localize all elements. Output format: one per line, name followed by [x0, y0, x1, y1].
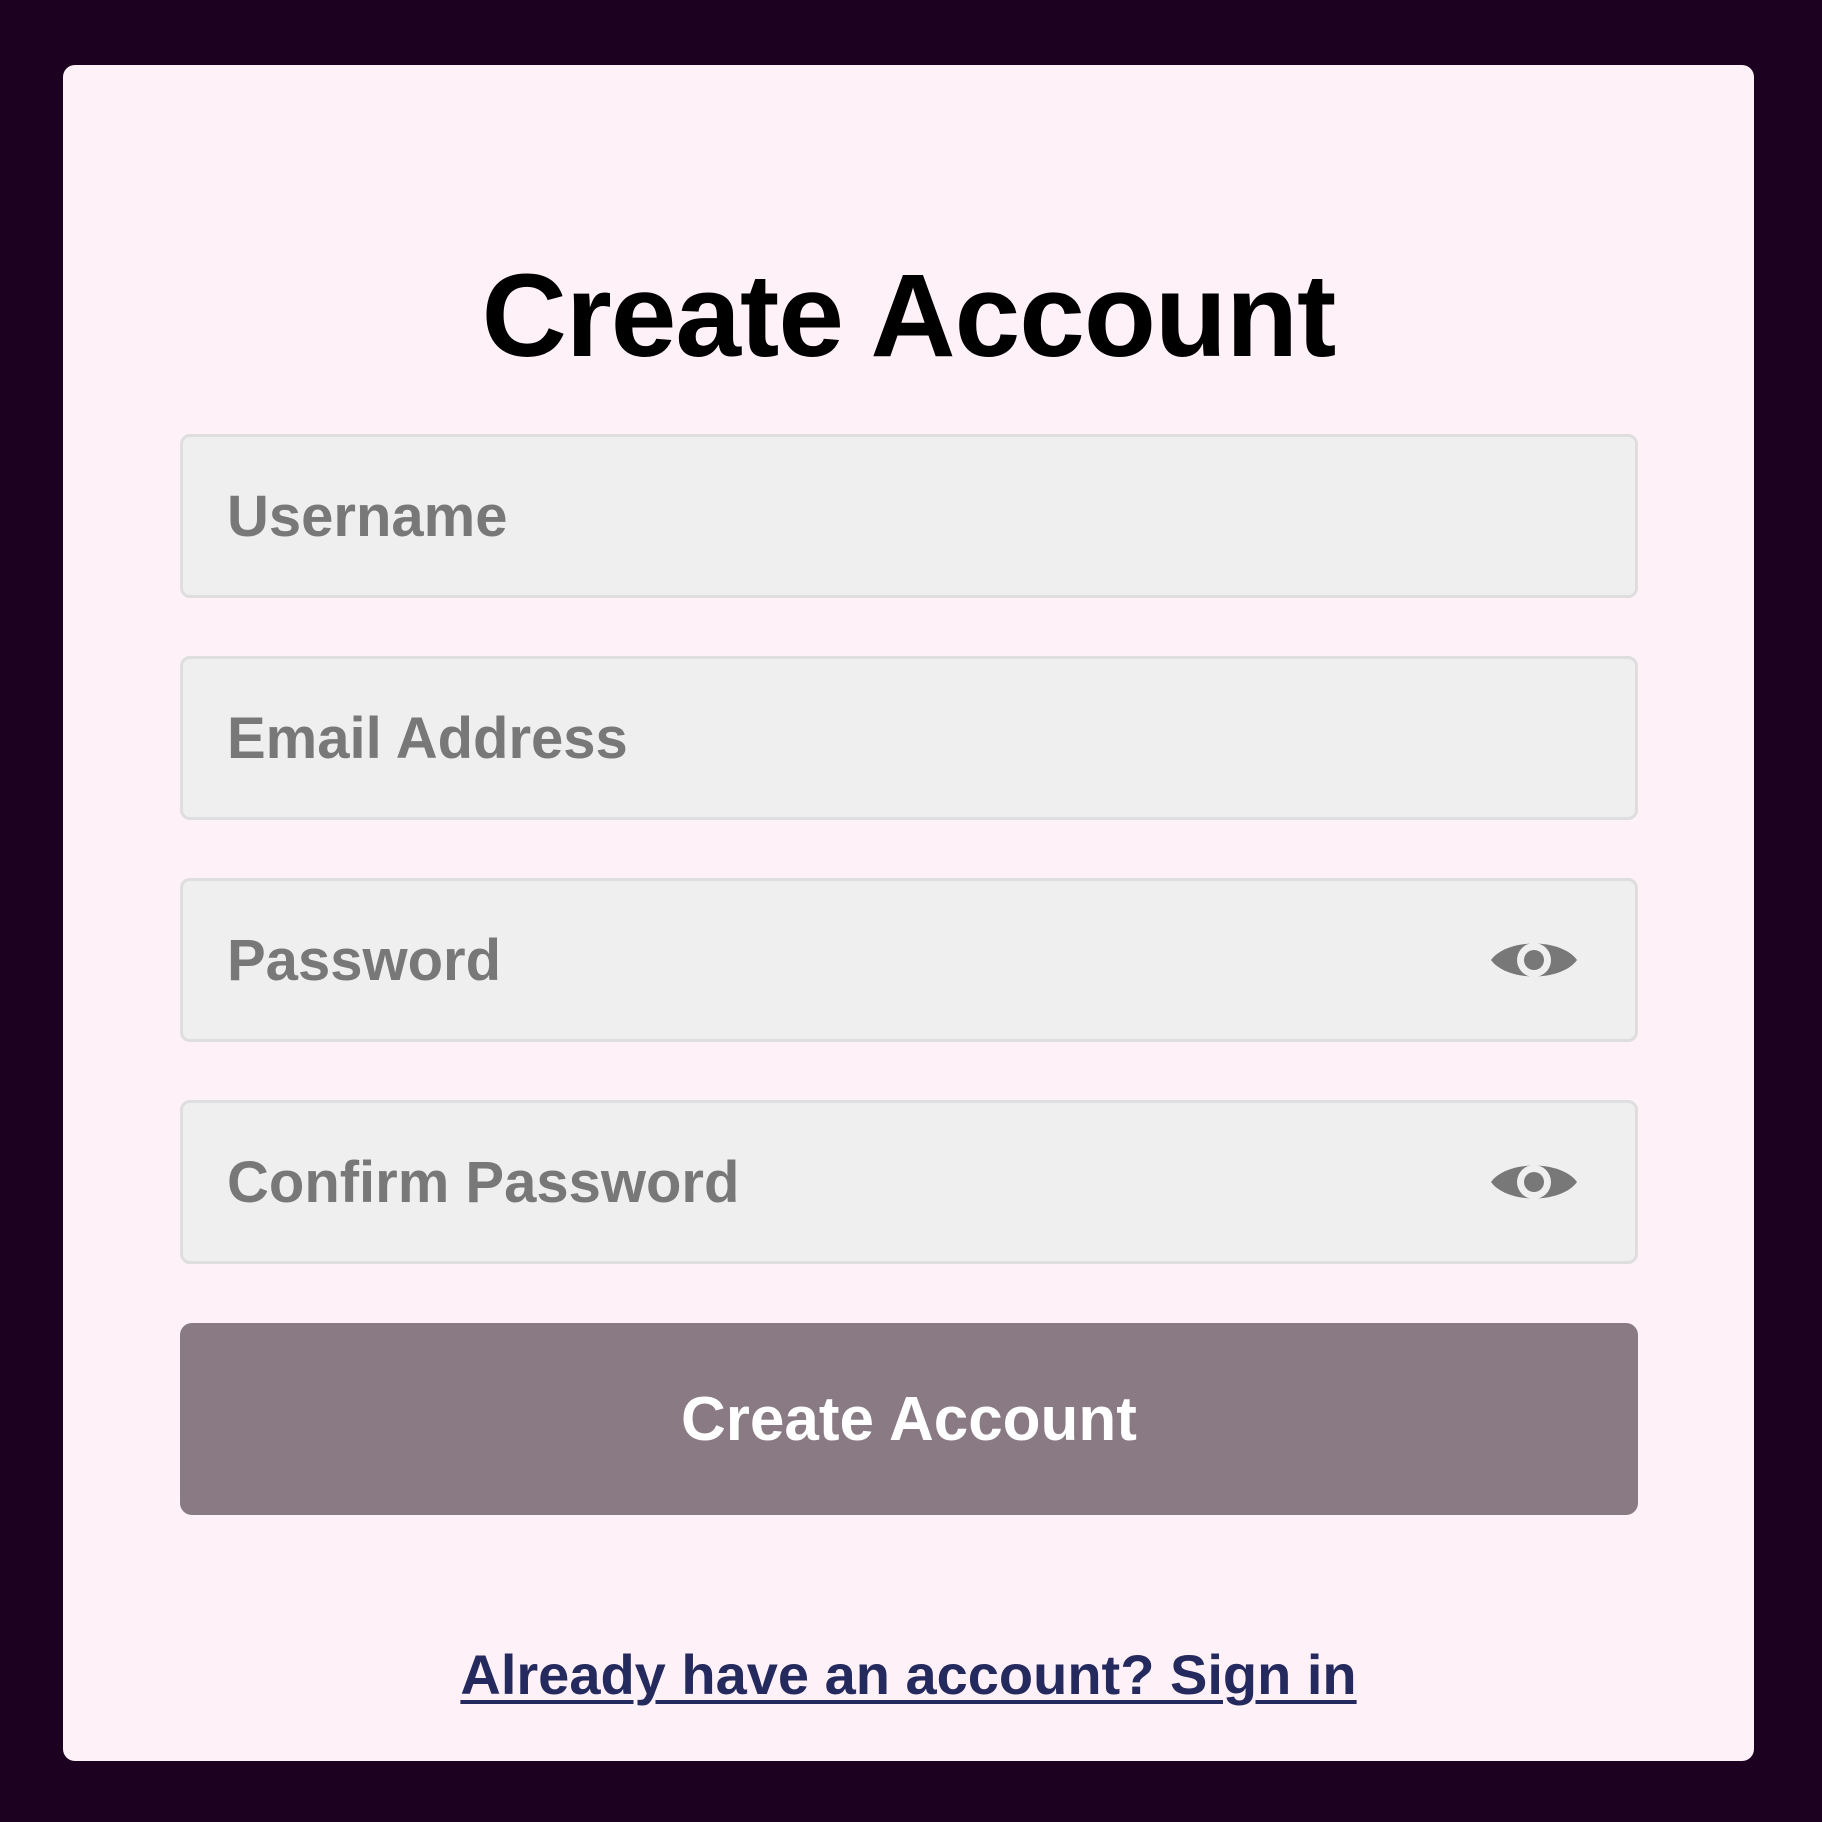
- email-field-container: [180, 656, 1638, 820]
- password-input[interactable]: [183, 881, 1635, 1039]
- email-input[interactable]: [183, 659, 1635, 817]
- confirm-password-input[interactable]: [183, 1103, 1635, 1261]
- username-input[interactable]: [183, 437, 1635, 595]
- signup-card: Create Account Create Account Already ha…: [63, 65, 1754, 1761]
- password-field-container: [180, 878, 1638, 1042]
- page-title: Create Account: [481, 250, 1337, 382]
- username-field-container: [180, 434, 1638, 598]
- confirm-password-field-container: [180, 1100, 1638, 1264]
- sign-in-link[interactable]: Already have an account? Sign in: [63, 1637, 1754, 1713]
- eye-icon[interactable]: [1489, 1154, 1579, 1210]
- create-account-button[interactable]: Create Account: [180, 1323, 1638, 1515]
- eye-icon[interactable]: [1489, 932, 1579, 988]
